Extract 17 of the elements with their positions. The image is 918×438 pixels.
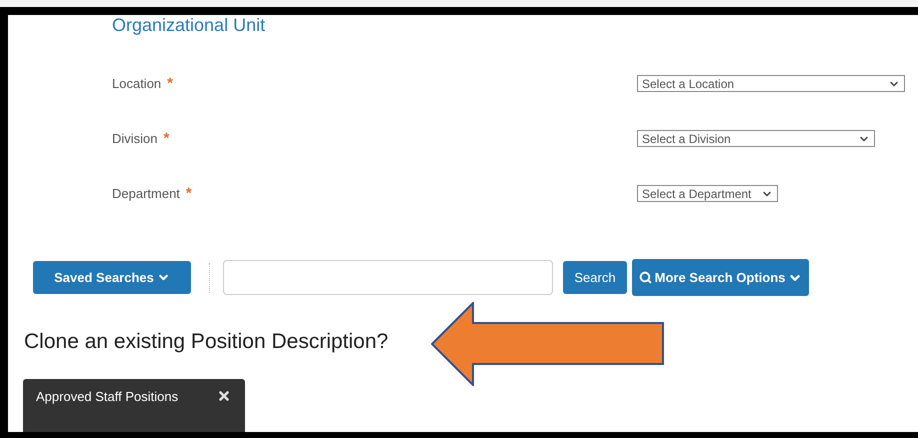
panel-title: Approved Staff Positions xyxy=(36,389,178,404)
dropdown-field[interactable]: Select a Department xyxy=(637,185,778,202)
close-icon[interactable] xyxy=(217,389,231,403)
field-label: Division xyxy=(112,131,158,146)
required-marker: * xyxy=(164,130,170,147)
more-search-options-button[interactable]: More Search Options xyxy=(632,259,809,296)
field-label: Department xyxy=(112,186,180,201)
dropdown-field[interactable]: Select a Division xyxy=(637,130,875,147)
saved-searches-button[interactable]: Saved Searches xyxy=(33,261,191,294)
section-heading: Organizational Unit xyxy=(112,15,266,35)
required-marker: * xyxy=(186,185,192,202)
search-button[interactable]: Search xyxy=(563,261,627,294)
required-marker: * xyxy=(167,75,173,92)
search-icon xyxy=(638,271,652,284)
clone-heading: Clone an existing Position Description? xyxy=(24,329,388,355)
field-label: Location xyxy=(112,76,162,91)
dropdown-field[interactable]: Select a Location xyxy=(637,75,905,92)
